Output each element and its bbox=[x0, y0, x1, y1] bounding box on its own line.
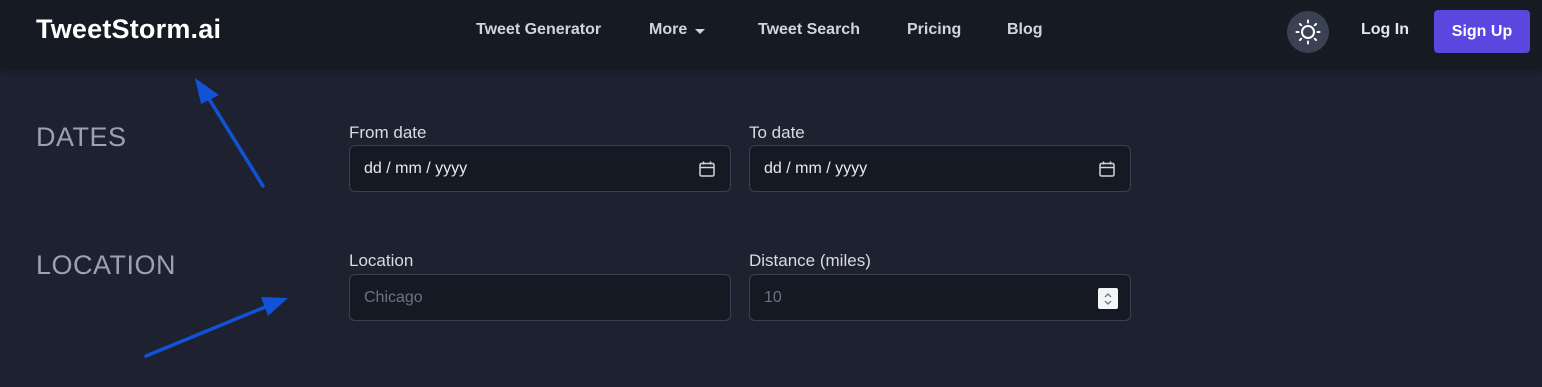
nav-more-label: More bbox=[649, 21, 688, 38]
from-date-input[interactable]: dd / mm / yyyy bbox=[349, 145, 731, 192]
to-date-label: To date bbox=[749, 123, 805, 142]
login-link[interactable]: Log In bbox=[1361, 21, 1409, 39]
signup-button[interactable]: Sign Up bbox=[1434, 10, 1530, 53]
top-navbar: TweetStorm.ai Tweet Generator More Tweet… bbox=[0, 0, 1542, 68]
location-placeholder: Chicago bbox=[364, 288, 423, 306]
calendar-icon[interactable] bbox=[698, 160, 716, 178]
distance-placeholder: 10 bbox=[764, 288, 782, 306]
nav-tweet-generator[interactable]: Tweet Generator bbox=[476, 21, 601, 39]
annotation-arrow bbox=[195, 78, 265, 188]
chevron-down-icon bbox=[695, 28, 706, 34]
logo[interactable]: TweetStorm.ai bbox=[36, 14, 221, 45]
nav-more-dropdown[interactable]: More bbox=[649, 21, 706, 39]
location-section-title: LOCATION bbox=[36, 250, 177, 280]
distance-label: Distance (miles) bbox=[749, 251, 871, 270]
calendar-icon[interactable] bbox=[1098, 160, 1116, 178]
dates-section-title: DATES bbox=[36, 122, 127, 152]
from-date-value: dd / mm / yyyy bbox=[364, 159, 468, 177]
chevron-up-icon[interactable] bbox=[1104, 292, 1112, 298]
annotation-arrow bbox=[144, 297, 288, 358]
nav-pricing[interactable]: Pricing bbox=[907, 21, 961, 39]
sun-icon bbox=[1295, 19, 1321, 45]
nav-blog[interactable]: Blog bbox=[1007, 21, 1043, 39]
to-date-input[interactable]: dd / mm / yyyy bbox=[749, 145, 1131, 192]
nav-tweet-search[interactable]: Tweet Search bbox=[758, 21, 860, 39]
chevron-down-icon[interactable] bbox=[1104, 300, 1112, 305]
theme-toggle-button[interactable] bbox=[1287, 11, 1329, 53]
to-date-value: dd / mm / yyyy bbox=[764, 159, 868, 177]
distance-input[interactable]: 10 bbox=[749, 274, 1131, 321]
location-label: Location bbox=[349, 251, 414, 270]
number-spinner[interactable] bbox=[1098, 288, 1118, 309]
from-date-label: From date bbox=[349, 123, 427, 142]
location-input[interactable]: Chicago bbox=[349, 274, 731, 321]
